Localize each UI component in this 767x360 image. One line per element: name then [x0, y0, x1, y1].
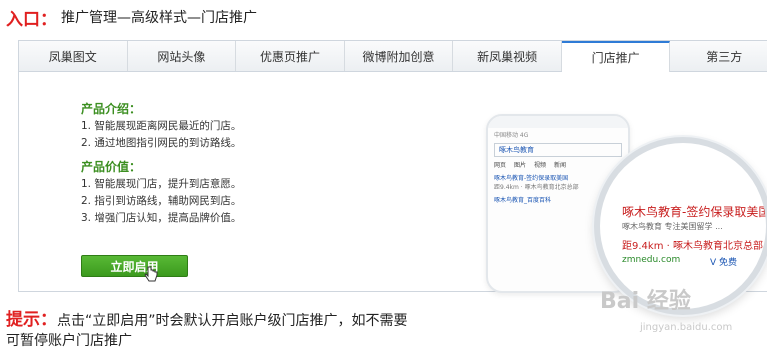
- list-item: 2. 通过地图指引网民的到访路线。: [81, 137, 242, 149]
- phone-result-title: 啄木鸟教育-签约保录取美国: [494, 175, 569, 182]
- hand-cursor-icon: [144, 266, 158, 282]
- baidu-watermark-url: jingyan.baidu.com: [640, 322, 733, 333]
- tab-weibo-creative[interactable]: 微博附加创意: [345, 41, 454, 71]
- intro-list: 1. 智能展现距离网民最近的门店。 2. 通过地图指引网民的到访路线。: [81, 118, 241, 152]
- tip-line1: 点击“立即启用”时会默认开启账户级门店推广，如不需要: [57, 313, 408, 329]
- tab-store-promotion[interactable]: 门店推广: [561, 41, 671, 72]
- tab-fengchao-tuwen[interactable]: 凤巢图文: [19, 41, 128, 71]
- tip-note: 提示：点击“立即启用”时会默认开启账户级门店推广，如不需要 可暂停账户门店推广: [6, 310, 408, 351]
- phone-top-bar: [488, 116, 628, 128]
- tab-coupon-page[interactable]: 优惠页推广: [236, 41, 345, 71]
- tip-label: 提示：: [6, 310, 57, 330]
- value-title: 产品价值：: [81, 160, 142, 174]
- tab-content: 产品介绍： 1. 智能展现距离网民最近的门店。 2. 通过地图指引网民的到访路线…: [19, 72, 767, 315]
- intro-title: 产品介绍：: [81, 102, 142, 116]
- magnifier-address: 距9.4km · 啄木鸟教育北京总部: [622, 241, 763, 252]
- value-list: 1. 智能展现门店，提升到店意愿。 2. 指引到访路线，辅助网民到店。 3. 增…: [81, 176, 241, 227]
- tab-third-party[interactable]: 第三方: [670, 41, 767, 71]
- tab-new-video[interactable]: 新凤巢视频: [453, 41, 562, 71]
- promotion-panel: 凤巢图文 网站头像 优惠页推广 微博附加创意 新凤巢视频 门店推广 第三方 产品…: [18, 40, 767, 315]
- tab-bar: 凤巢图文 网站头像 优惠页推广 微博附加创意 新凤巢视频 门店推广 第三方: [19, 41, 767, 72]
- list-item: 1. 智能展现门店，提升到店意愿。: [81, 178, 242, 190]
- enable-now-button[interactable]: 立即启用: [81, 255, 188, 277]
- entry-header: 入口： 推广管理—高级样式—门店推广: [0, 0, 257, 34]
- entry-path: 推广管理—高级样式—门店推广: [61, 10, 257, 26]
- phone-tab: 图片: [514, 162, 527, 169]
- magnifier-title: 啄木鸟教育-签约保录取美国前50: [622, 205, 766, 219]
- tip-line2: 可暂停账户门店推广: [6, 333, 132, 349]
- baidu-watermark-logo: Bai 经验: [600, 289, 691, 314]
- magnifier-tag: V 免费: [710, 258, 738, 268]
- magnifier-desc: 啄木鸟教育 专注美国留学 ...: [622, 222, 723, 231]
- phone-tab: 视频: [534, 162, 547, 169]
- list-item: 3. 增强门店认知，提高品牌价值。: [81, 212, 242, 224]
- phone-search-box: 啄木鸟教育: [494, 143, 622, 157]
- entry-label: 入口：: [6, 9, 57, 30]
- phone-tabs: 网页 图片 视频 新闻: [494, 160, 622, 169]
- phone-tab: 新闻: [554, 162, 567, 169]
- list-item: 2. 指引到访路线，辅助网民到店。: [81, 195, 242, 207]
- tab-website-avatar[interactable]: 网站头像: [128, 41, 237, 71]
- list-item: 1. 智能展现距离网民最近的门店。: [81, 120, 242, 132]
- phone-status: 中国移动 4G: [494, 132, 529, 139]
- phone-tab: 网页: [494, 162, 507, 169]
- magnifier-url: zmnedu.com: [622, 255, 681, 265]
